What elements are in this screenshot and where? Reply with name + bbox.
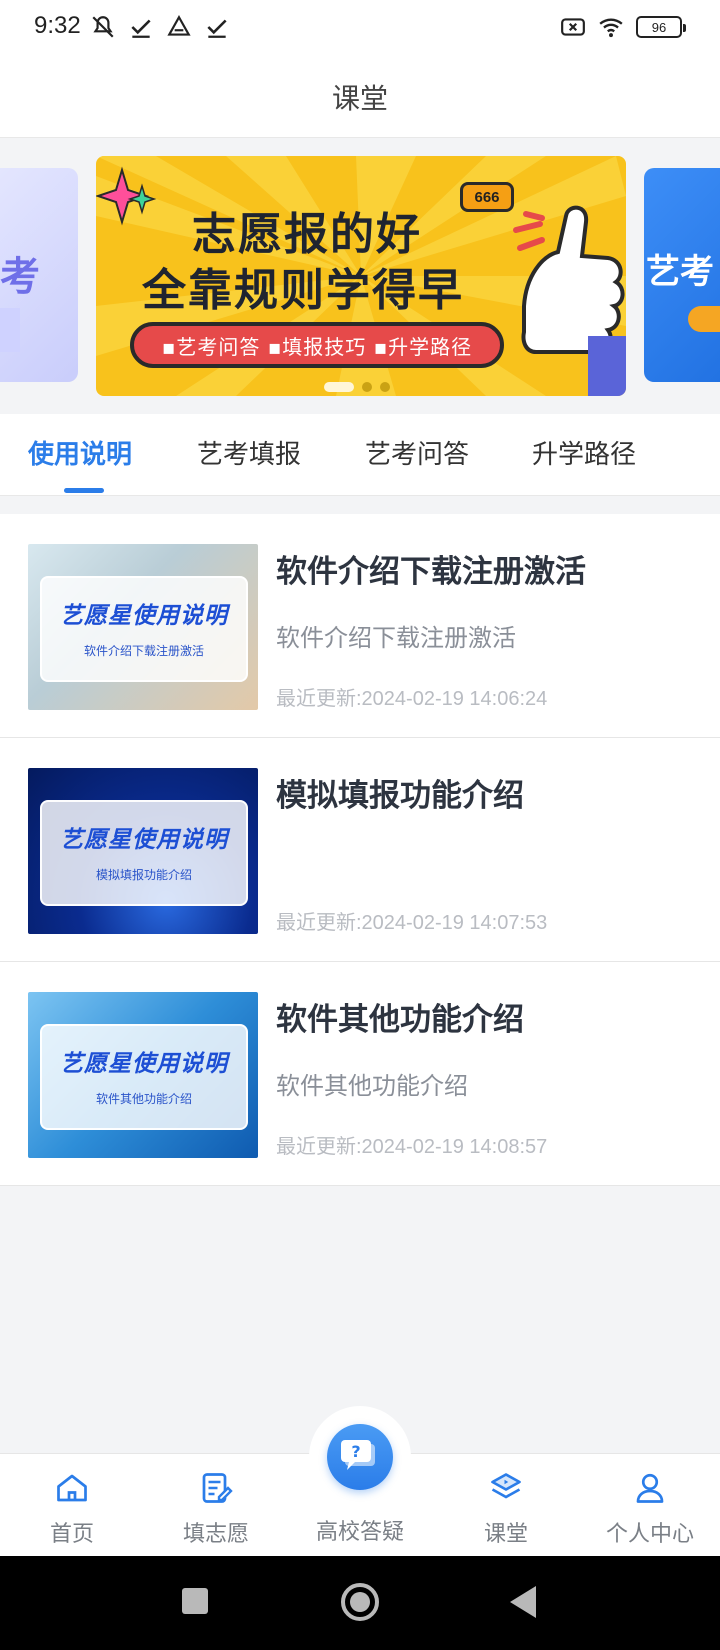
title-bar: 课堂 <box>0 56 720 138</box>
tab-art-exam-application[interactable]: 艺考填报 <box>197 434 301 471</box>
article-list: 艺愿星使用说明 软件介绍下载注册激活 软件介绍下载注册激活 软件介绍下载注册激活… <box>0 514 720 1186</box>
battery-icon: 96 <box>636 16 686 38</box>
article-updated-time: 最近更新:2024-02-19 14:08:57 <box>276 1136 548 1158</box>
status-bar: 9:32 96 <box>0 0 720 56</box>
category-tabs: 使用说明 艺考填报 艺考问答 升学路径 <box>0 414 720 496</box>
tab-active-indicator <box>64 488 104 493</box>
nav-college-qa-label: 高校答疑 <box>315 1520 404 1545</box>
nav-home-label: 首页 <box>49 1522 94 1547</box>
back-icon[interactable] <box>508 1584 538 1620</box>
banner-tags-pill: ▪艺考问答 ▪填报技巧 ▪升学路径 <box>130 322 504 368</box>
thumbnail-subtitle: 软件介绍下载注册激活 <box>83 644 204 658</box>
nav-home[interactable]: 首页 <box>2 1464 142 1548</box>
edit-form-icon <box>202 1473 233 1503</box>
article-title: 模拟填报功能介绍 <box>276 778 524 814</box>
article-thumbnail: 艺愿星使用说明 模拟填报功能介绍 <box>28 768 258 934</box>
article-description: 软件其他功能介绍 <box>276 1072 468 1100</box>
nav-fill-application-label: 填志愿 <box>182 1522 249 1547</box>
tab-advancement-path[interactable]: 升学路径 <box>532 434 636 471</box>
question-chat-icon: ? <box>341 1440 375 1470</box>
user-icon <box>636 1473 664 1503</box>
tab-usage-guide[interactable]: 使用说明 <box>28 434 132 471</box>
page-title: 课堂 <box>331 81 388 115</box>
thumbnail-subtitle: 软件其他功能介绍 <box>95 1092 192 1106</box>
nav-profile-label: 个人中心 <box>605 1522 694 1547</box>
classroom-icon <box>491 1473 521 1499</box>
check-icon <box>131 19 151 38</box>
nav-profile[interactable]: 个人中心 <box>580 1464 720 1548</box>
tab-art-exam-qa[interactable]: 艺考问答 <box>365 434 469 471</box>
thumbnail-title: 艺愿星使用说明 <box>60 827 228 853</box>
banner-prev-slide[interactable]: 考 <box>0 168 78 382</box>
article-title: 软件介绍下载注册激活 <box>276 554 586 590</box>
status-time: 9:32 <box>34 12 81 39</box>
banner-headline-1: 志愿报的好 <box>192 209 422 260</box>
banner-next-slide[interactable]: 艺考 <box>644 168 720 382</box>
wifi-icon <box>599 18 623 38</box>
banner-next-text: 艺考 <box>646 252 714 292</box>
nav-classroom-label: 课堂 <box>483 1522 528 1547</box>
nav-college-qa-button[interactable]: ? <box>327 1424 393 1490</box>
banner-prev-text: 考 <box>0 254 40 300</box>
recent-apps-icon[interactable] <box>180 1586 210 1616</box>
check-icon <box>207 19 227 38</box>
no-sim-icon <box>561 18 585 36</box>
carousel-dot-active <box>324 382 354 392</box>
drive-icon <box>167 15 191 36</box>
article-description: 软件介绍下载注册激活 <box>276 624 516 652</box>
carousel-dot <box>380 382 390 392</box>
thumbnail-title: 艺愿星使用说明 <box>60 603 228 629</box>
carousel-dot <box>362 382 372 392</box>
mute-icon <box>92 16 114 38</box>
article-thumbnail: 艺愿星使用说明 软件其他功能介绍 <box>28 992 258 1158</box>
thumbnail-subtitle: 模拟填报功能介绍 <box>95 868 192 882</box>
banner-headline-2: 全靠规则学得早 <box>142 265 464 316</box>
thumbnail-title: 艺愿星使用说明 <box>60 1051 228 1077</box>
system-nav-bar <box>0 1556 720 1650</box>
article-thumbnail: 艺愿星使用说明 软件介绍下载注册激活 <box>28 544 258 710</box>
article-updated-time: 最近更新:2024-02-19 14:06:24 <box>276 688 548 710</box>
banner-slide-active[interactable]: 666 志愿报的好 全靠规则学得早 ▪艺考问答 ▪填报技巧 ▪升学路径 <box>96 156 626 396</box>
home-icon <box>57 1474 87 1502</box>
article-title: 软件其他功能介绍 <box>276 1002 524 1038</box>
article-updated-time: 最近更新:2024-02-19 14:07:53 <box>276 912 548 934</box>
home-button-icon[interactable] <box>340 1582 380 1622</box>
svg-text:?: ? <box>351 1442 360 1461</box>
list-item[interactable]: 艺愿星使用说明 软件介绍下载注册激活 软件介绍下载注册激活 软件介绍下载注册激活… <box>0 514 720 738</box>
nav-fill-application[interactable]: 填志愿 <box>146 1464 286 1548</box>
list-item[interactable]: 艺愿星使用说明 模拟填报功能介绍 模拟填报功能介绍 最近更新:2024-02-1… <box>0 738 720 962</box>
banner-carousel[interactable]: 考 666 志愿报的好 全靠规则学得早 ▪艺考问答 ▪填报技巧 ▪升学路径 艺考 <box>0 138 720 414</box>
carousel-indicator <box>324 382 390 392</box>
list-item[interactable]: 艺愿星使用说明 软件其他功能介绍 软件其他功能介绍 软件其他功能介绍 最近更新:… <box>0 962 720 1186</box>
nav-classroom[interactable]: 课堂 <box>436 1464 576 1548</box>
